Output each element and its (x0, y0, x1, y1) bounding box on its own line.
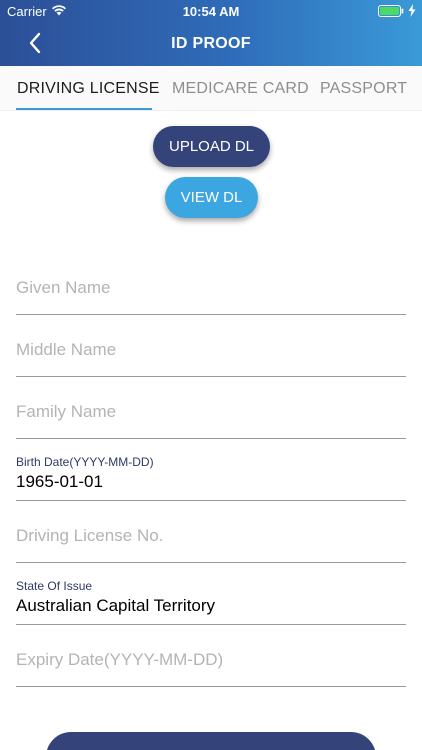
middle-name-field[interactable]: Middle Name (16, 315, 406, 377)
license-number-placeholder: Driving License No. (16, 526, 164, 545)
submit-button[interactable] (46, 732, 376, 750)
family-name-placeholder: Family Name (16, 402, 117, 421)
state-of-issue-value: Australian Capital Territory (16, 596, 216, 615)
battery-icon (378, 5, 404, 17)
tab-driving-license[interactable]: DRIVING LICENSE (17, 80, 160, 98)
birth-date-value: 1965-01-01 (16, 472, 103, 491)
app-header: Carrier 10:54 AM ID PROOF (0, 0, 422, 66)
state-of-issue-label: State Of Issue (16, 579, 93, 593)
expiry-date-field[interactable]: Expiry Date(YYYY-MM-DD) (16, 625, 406, 687)
middle-name-placeholder: Middle Name (16, 340, 117, 359)
upload-dl-button[interactable]: UPLOAD DL (153, 126, 270, 167)
expiry-date-placeholder: Expiry Date(YYYY-MM-DD) (16, 650, 224, 669)
charging-bolt-icon (408, 4, 416, 17)
view-dl-button[interactable]: VIEW DL (165, 177, 258, 218)
birth-date-field[interactable]: Birth Date(YYYY-MM-DD) 1965-01-01 (16, 439, 406, 501)
family-name-field[interactable]: Family Name (16, 377, 406, 439)
id-type-tabs: DRIVING LICENSE MEDICARE CARD PASSPORT (0, 66, 422, 111)
status-time: 10:54 AM (182, 4, 240, 19)
page-title: ID PROOF (171, 35, 251, 52)
birth-date-label: Birth Date(YYYY-MM-DD) (16, 455, 154, 469)
tab-medicare-card[interactable]: MEDICARE CARD (172, 80, 309, 98)
state-of-issue-field[interactable]: State Of Issue Australian Capital Territ… (16, 563, 406, 625)
license-number-field[interactable]: Driving License No. (16, 501, 406, 563)
status-bar: Carrier 10:54 AM (0, 0, 422, 22)
given-name-field[interactable]: Given Name (16, 253, 406, 315)
given-name-placeholder: Given Name (16, 278, 111, 297)
active-tab-indicator (16, 108, 152, 110)
tab-passport[interactable]: PASSPORT (320, 80, 407, 98)
